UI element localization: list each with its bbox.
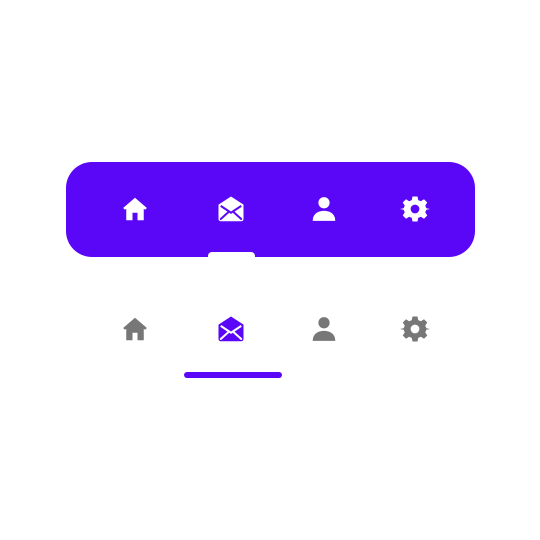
home-icon	[123, 197, 147, 221]
home-icon	[123, 317, 147, 341]
gear-icon	[400, 196, 430, 222]
mail-open-icon	[218, 316, 244, 342]
plain-nav-profile-button[interactable]	[302, 307, 346, 351]
filled-nav-profile-button[interactable]	[302, 187, 346, 231]
mail-open-icon	[218, 196, 244, 222]
plain-nav-home-button[interactable]	[113, 307, 157, 351]
filled-nav-bar	[66, 162, 475, 257]
plain-nav-mail-button[interactable]	[209, 307, 253, 351]
filled-nav-mail-button[interactable]	[209, 187, 253, 231]
user-icon	[312, 317, 336, 341]
page	[0, 0, 540, 540]
gear-icon	[400, 316, 430, 342]
user-icon	[312, 197, 336, 221]
filled-nav-home-button[interactable]	[113, 187, 157, 231]
plain-nav-bar	[66, 282, 475, 382]
plain-nav-active-indicator	[184, 372, 282, 378]
filled-nav-settings-button[interactable]	[393, 187, 437, 231]
filled-nav-active-indicator	[208, 252, 255, 257]
plain-nav-settings-button[interactable]	[393, 307, 437, 351]
